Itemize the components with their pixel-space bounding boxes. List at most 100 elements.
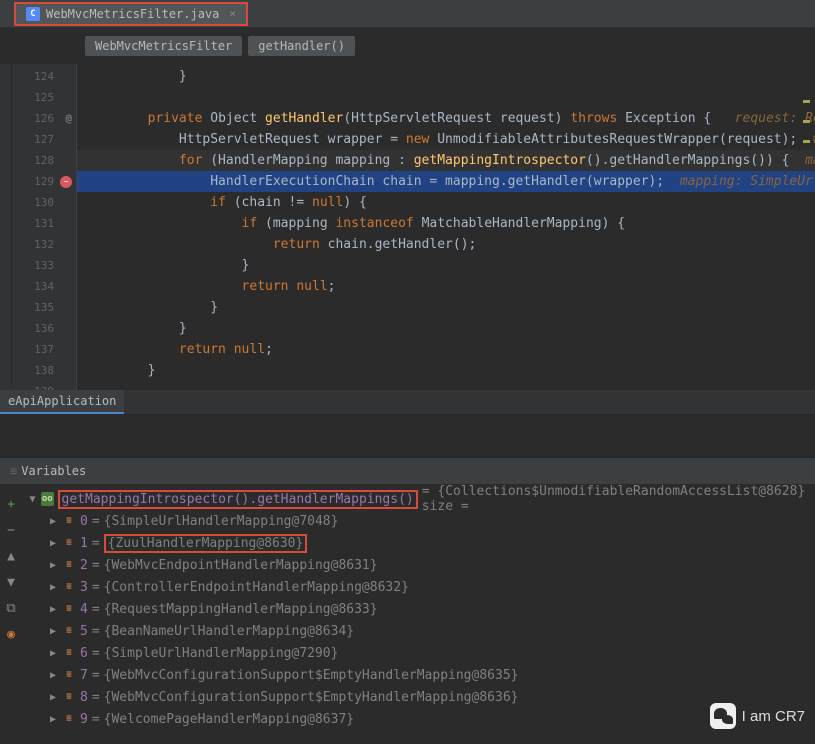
watch-expression-row[interactable]: ▼ oo getMappingIntrospector().getHandler… [0,488,815,510]
line-number[interactable]: 124 [12,66,76,87]
code-line[interactable]: if (chain != null) { [77,192,815,213]
run-config-tab[interactable]: eApiApplication [0,390,124,414]
line-number[interactable]: 131 [12,213,76,234]
expand-icon[interactable]: ▶ [48,516,58,527]
code-line[interactable]: } [77,66,815,87]
variable-index: 9 [80,712,88,727]
variable-value: {ZuulHandlerMapping@8630} [104,534,308,553]
variable-row[interactable]: ▶≡1 = {ZuulHandlerMapping@8630} [0,532,815,554]
variable-value: {BeanNameUrlHandlerMapping@8634} [104,624,354,639]
line-number-gutter: 124125126@127128129−13013113213313413513… [12,64,77,390]
expand-icon[interactable]: ▶ [48,626,58,637]
line-number[interactable]: 130 [12,192,76,213]
line-number[interactable]: 128 [12,150,76,171]
variables-tree[interactable]: ▼ oo getMappingIntrospector().getHandler… [0,484,815,734]
copy-icon[interactable]: ⧉ [3,600,19,616]
expand-icon[interactable]: ▶ [48,582,58,593]
variable-row[interactable]: ▶≡6 = {SimpleUrlHandlerMapping@7290} [0,642,815,664]
variables-panel-header[interactable]: ≡ Variables [0,457,815,484]
variables-label: Variables [21,464,86,478]
code-line[interactable]: for (HandlerMapping mapping : getMapping… [77,150,815,171]
code-line[interactable]: return null; [77,276,815,297]
debug-toolbar: + − ▲ ▼ ⧉ ◉ [0,490,22,642]
variable-row[interactable]: ▶≡2 = {WebMvcEndpointHandlerMapping@8631… [0,554,815,576]
variable-value: {RequestMappingHandlerMapping@8633} [104,602,378,617]
array-element-icon: ≡ [62,580,76,594]
code-line[interactable]: } [77,360,815,381]
variable-index: 0 [80,514,88,529]
line-number[interactable]: 138 [12,360,76,381]
override-icon[interactable]: @ [65,112,72,125]
expand-icon[interactable]: ▶ [48,538,58,549]
expand-icon[interactable]: ▶ [48,692,58,703]
watermark-text: I am CR7 [742,708,805,725]
close-icon[interactable]: × [229,7,236,20]
run-config-tab-row: eApiApplication [0,390,815,415]
remove-watch-icon[interactable]: − [3,522,19,538]
code-line[interactable]: } [77,255,815,276]
java-class-icon: C [26,7,40,21]
breadcrumb-method[interactable]: getHandler() [248,36,355,56]
code-line[interactable]: return null; [77,339,815,360]
expand-icon[interactable]: ▶ [48,714,58,725]
variable-index: 4 [80,602,88,617]
breadcrumb-class[interactable]: WebMvcMetricsFilter [85,36,242,56]
variable-index: 6 [80,646,88,661]
breakpoint-error-icon[interactable]: − [60,176,72,188]
variable-row[interactable]: ▶≡4 = {RequestMappingHandlerMapping@8633… [0,598,815,620]
variable-value: {SimpleUrlHandlerMapping@7048} [104,514,339,529]
code-line[interactable]: return chain.getHandler(); [77,234,815,255]
array-element-icon: ≡ [62,646,76,660]
code-line[interactable]: private Object getHandler(HttpServletReq… [77,108,815,129]
file-tab[interactable]: C WebMvcMetricsFilter.java × [14,2,248,26]
code-line[interactable] [77,87,815,108]
watch-expression: getMappingIntrospector().getHandlerMappi… [58,490,418,509]
fold-gutter [0,64,12,390]
variable-row[interactable]: ▶≡3 = {ControllerEndpointHandlerMapping@… [0,576,815,598]
array-element-icon: ≡ [62,690,76,704]
watch-value: = {Collections$UnmodifiableRandomAccessL… [422,484,815,514]
array-element-icon: ≡ [62,624,76,638]
expand-icon[interactable]: ▶ [48,560,58,571]
line-number[interactable]: 134 [12,276,76,297]
line-number[interactable]: 135 [12,297,76,318]
expand-icon[interactable]: ▶ [48,604,58,615]
line-number[interactable]: 137 [12,339,76,360]
array-element-icon: ≡ [62,536,76,550]
line-number[interactable]: 132 [12,234,76,255]
code-line[interactable]: HandlerExecutionChain chain = mapping.ge… [77,171,815,192]
expand-icon[interactable]: ▶ [48,648,58,659]
grip-icon: ≡ [10,464,17,478]
line-number[interactable]: 127 [12,129,76,150]
variable-row[interactable]: ▶≡5 = {BeanNameUrlHandlerMapping@8634} [0,620,815,642]
settings-icon[interactable]: ◉ [3,626,19,642]
line-number[interactable]: 133 [12,255,76,276]
code-editor[interactable]: 124125126@127128129−13013113213313413513… [0,64,815,390]
expand-icon[interactable]: ▶ [48,670,58,681]
variable-row[interactable]: ▶≡9 = {WelcomePageHandlerMapping@8637} [0,708,815,730]
variable-index: 8 [80,690,88,705]
up-icon[interactable]: ▲ [3,548,19,564]
variable-value: {WebMvcConfigurationSupport$EmptyHandler… [104,690,519,705]
code-line[interactable] [77,381,815,390]
variable-row[interactable]: ▶≡8 = {WebMvcConfigurationSupport$EmptyH… [0,686,815,708]
variable-value: {WebMvcConfigurationSupport$EmptyHandler… [104,668,519,683]
editor-minimap[interactable] [803,60,812,360]
breadcrumb: WebMvcMetricsFilter getHandler() [0,28,815,64]
code-line[interactable]: } [77,318,815,339]
line-number[interactable]: 129− [12,171,76,192]
code-line[interactable]: HttpServletRequest wrapper = new Unmodif… [77,129,815,150]
line-number[interactable]: 136 [12,318,76,339]
line-number[interactable]: 125 [12,87,76,108]
code-line[interactable]: if (mapping instanceof MatchableHandlerM… [77,213,815,234]
line-number[interactable]: 139 [12,381,76,390]
down-icon[interactable]: ▼ [3,574,19,590]
expand-icon[interactable]: ▼ [28,494,37,505]
variable-index: 2 [80,558,88,573]
variable-row[interactable]: ▶≡7 = {WebMvcConfigurationSupport$EmptyH… [0,664,815,686]
code-content[interactable]: } private Object getHandler(HttpServletR… [77,64,815,390]
line-number[interactable]: 126@ [12,108,76,129]
variable-index: 1 [80,536,88,551]
add-watch-icon[interactable]: + [3,496,19,512]
code-line[interactable]: } [77,297,815,318]
